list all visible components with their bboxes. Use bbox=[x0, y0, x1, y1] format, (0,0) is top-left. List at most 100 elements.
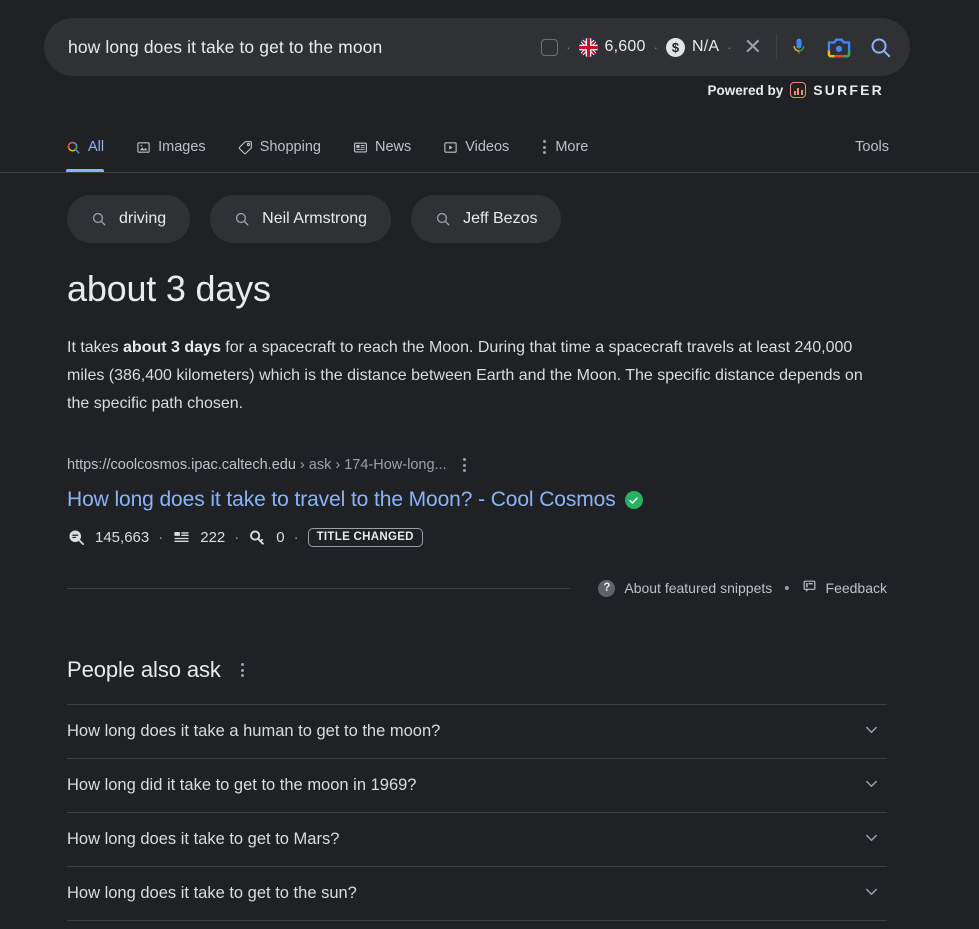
tab-images[interactable]: Images bbox=[136, 122, 206, 172]
people-also-ask-header: People also ask bbox=[67, 657, 887, 683]
powered-by-surfer: Powered by SURFER bbox=[707, 82, 884, 98]
tools-button[interactable]: Tools bbox=[855, 139, 889, 155]
featured-snippet-footer: ? About featured snippets • Feedback bbox=[67, 577, 887, 599]
paa-question-item[interactable]: How long does it take a human to get to … bbox=[67, 704, 887, 758]
tab-shopping-label: Shopping bbox=[259, 139, 321, 155]
paa-question-item[interactable]: How long did it take to get to the moon … bbox=[67, 758, 887, 812]
nav-divider bbox=[0, 172, 979, 173]
people-also-ask-kebab-icon[interactable] bbox=[239, 660, 246, 680]
snippet-text-bold: about 3 days bbox=[123, 339, 221, 356]
search-icon bbox=[91, 211, 107, 227]
question-mark-icon: ? bbox=[598, 579, 616, 597]
traffic-metric: 145,663 bbox=[67, 528, 149, 547]
tab-news-label: News bbox=[374, 139, 412, 155]
search-results-content: about 3 days It takes about 3 days for a… bbox=[67, 268, 887, 929]
verified-check-icon bbox=[624, 491, 643, 509]
search-bar[interactable]: how long does it take to get to the moon… bbox=[44, 18, 910, 76]
metric-separator-3: · bbox=[727, 39, 732, 55]
video-play-icon bbox=[443, 140, 458, 155]
tab-videos[interactable]: Videos bbox=[443, 122, 509, 172]
cpc-value: N/A bbox=[691, 38, 720, 55]
tab-all-label: All bbox=[88, 139, 105, 155]
paa-question-label: How long does it take a human to get to … bbox=[67, 722, 441, 740]
search-volume-value: 6,600 bbox=[604, 38, 646, 55]
footer-divider bbox=[67, 587, 571, 589]
tab-all[interactable]: All bbox=[66, 122, 105, 172]
paa-feedback-link[interactable]: Feedback bbox=[826, 925, 887, 929]
paa-question-item[interactable]: How long does it take to get to Mars? bbox=[67, 812, 887, 866]
clear-search-icon[interactable]: ✕ bbox=[740, 36, 766, 58]
snippet-feedback-link[interactable]: Feedback bbox=[802, 579, 887, 597]
google-lens-camera-icon[interactable] bbox=[827, 36, 851, 58]
result-title-link[interactable]: How long does it take to travel to the M… bbox=[67, 488, 616, 512]
search-bar-actions bbox=[789, 35, 892, 59]
search-submit-icon[interactable] bbox=[869, 36, 892, 59]
result-title-row: How long does it take to travel to the M… bbox=[67, 488, 887, 512]
microphone-icon[interactable] bbox=[789, 35, 809, 59]
people-also-ask-list: How long does it take a human to get to … bbox=[67, 704, 887, 920]
snippet-text-part1: It takes bbox=[67, 339, 124, 356]
chip-label: Jeff Bezos bbox=[463, 210, 538, 227]
chip-neil-armstrong[interactable]: Neil Armstrong bbox=[210, 195, 392, 243]
search-bar-container: how long does it take to get to the moon… bbox=[44, 18, 910, 76]
chevron-down-icon[interactable] bbox=[862, 774, 887, 798]
result-options-kebab-icon[interactable] bbox=[461, 455, 468, 475]
keywords-value: 0 bbox=[276, 529, 285, 546]
metric-separator-1: · bbox=[566, 39, 571, 55]
newspaper-icon bbox=[353, 140, 368, 155]
tab-news[interactable]: News bbox=[353, 122, 411, 172]
nav-tabs: All Images Shopping News Videos More bbox=[66, 122, 588, 172]
words-metric: 222 bbox=[172, 528, 225, 547]
surfer-metrics-overlay: · 6,600 · $ N/A · ✕ bbox=[541, 36, 766, 58]
chip-label: Neil Armstrong bbox=[262, 210, 368, 227]
chip-driving[interactable]: driving bbox=[67, 195, 191, 243]
tab-more[interactable]: More bbox=[541, 122, 588, 172]
people-also-ask-section: People also ask How long does it take a … bbox=[67, 657, 887, 929]
search-nav-bar: All Images Shopping News Videos More Too… bbox=[0, 122, 979, 172]
search-icon bbox=[435, 211, 451, 227]
chevron-down-icon[interactable] bbox=[862, 720, 887, 744]
keywords-metric: 0 bbox=[248, 528, 285, 547]
search-icon bbox=[66, 140, 81, 155]
metrics-separator-3: · bbox=[293, 529, 299, 546]
snippet-feedback-label: Feedback bbox=[825, 580, 887, 596]
chip-label: driving bbox=[119, 210, 167, 227]
search-volume-icon bbox=[67, 528, 86, 547]
related-search-chips: driving Neil Armstrong Jeff Bezos bbox=[67, 195, 562, 243]
surfer-brand-name: SURFER bbox=[813, 82, 884, 98]
key-icon bbox=[248, 528, 267, 547]
result-metrics-row: 145,663 · 222 · 0 · TITLE CHANGED bbox=[67, 528, 887, 547]
result-url-row: https://coolcosmos.ipac.caltech.edu › as… bbox=[67, 455, 887, 475]
result-url-path: › ask › 174-How-long... bbox=[295, 457, 447, 473]
search-input[interactable]: how long does it take to get to the moon bbox=[68, 37, 541, 58]
featured-snippet-headline: about 3 days bbox=[67, 268, 271, 309]
about-featured-snippets-link[interactable]: ? About featured snippets bbox=[598, 579, 772, 597]
chevron-down-icon[interactable] bbox=[862, 828, 887, 852]
content-lines-icon bbox=[172, 528, 191, 547]
chevron-down-icon[interactable] bbox=[862, 882, 887, 906]
people-also-ask-feedback-row: Feedback bbox=[67, 920, 887, 929]
powered-by-label: Powered by bbox=[707, 82, 784, 98]
metric-separator-2: · bbox=[653, 39, 658, 55]
paa-question-item[interactable]: How long does it take to get to the sun? bbox=[67, 866, 887, 920]
title-changed-badge: TITLE CHANGED bbox=[307, 528, 423, 547]
tab-more-label: More bbox=[555, 139, 589, 155]
tab-images-label: Images bbox=[158, 139, 206, 155]
paa-question-label: How long does it take to get to the sun? bbox=[67, 884, 357, 902]
tab-shopping[interactable]: Shopping bbox=[238, 122, 321, 172]
metrics-separator-1: · bbox=[158, 529, 164, 546]
dollar-icon: $ bbox=[665, 37, 685, 57]
paa-question-label: How long does it take to get to Mars? bbox=[67, 830, 340, 848]
featured-snippet-body: It takes about 3 days for a spacecraft t… bbox=[67, 334, 867, 418]
footer-separator: • bbox=[784, 579, 790, 597]
keyword-checkbox[interactable] bbox=[541, 38, 559, 56]
surfer-logo-icon bbox=[790, 82, 807, 98]
image-icon bbox=[136, 140, 151, 155]
result-url[interactable]: https://coolcosmos.ipac.caltech.edu › as… bbox=[67, 457, 447, 473]
feedback-flag-icon bbox=[802, 579, 817, 597]
words-value: 222 bbox=[200, 529, 226, 546]
traffic-value: 145,663 bbox=[95, 529, 150, 546]
kebab-icon bbox=[541, 137, 548, 157]
chip-jeff-bezos[interactable]: Jeff Bezos bbox=[411, 195, 562, 243]
featured-snippet-source: https://coolcosmos.ipac.caltech.edu › as… bbox=[67, 455, 887, 547]
